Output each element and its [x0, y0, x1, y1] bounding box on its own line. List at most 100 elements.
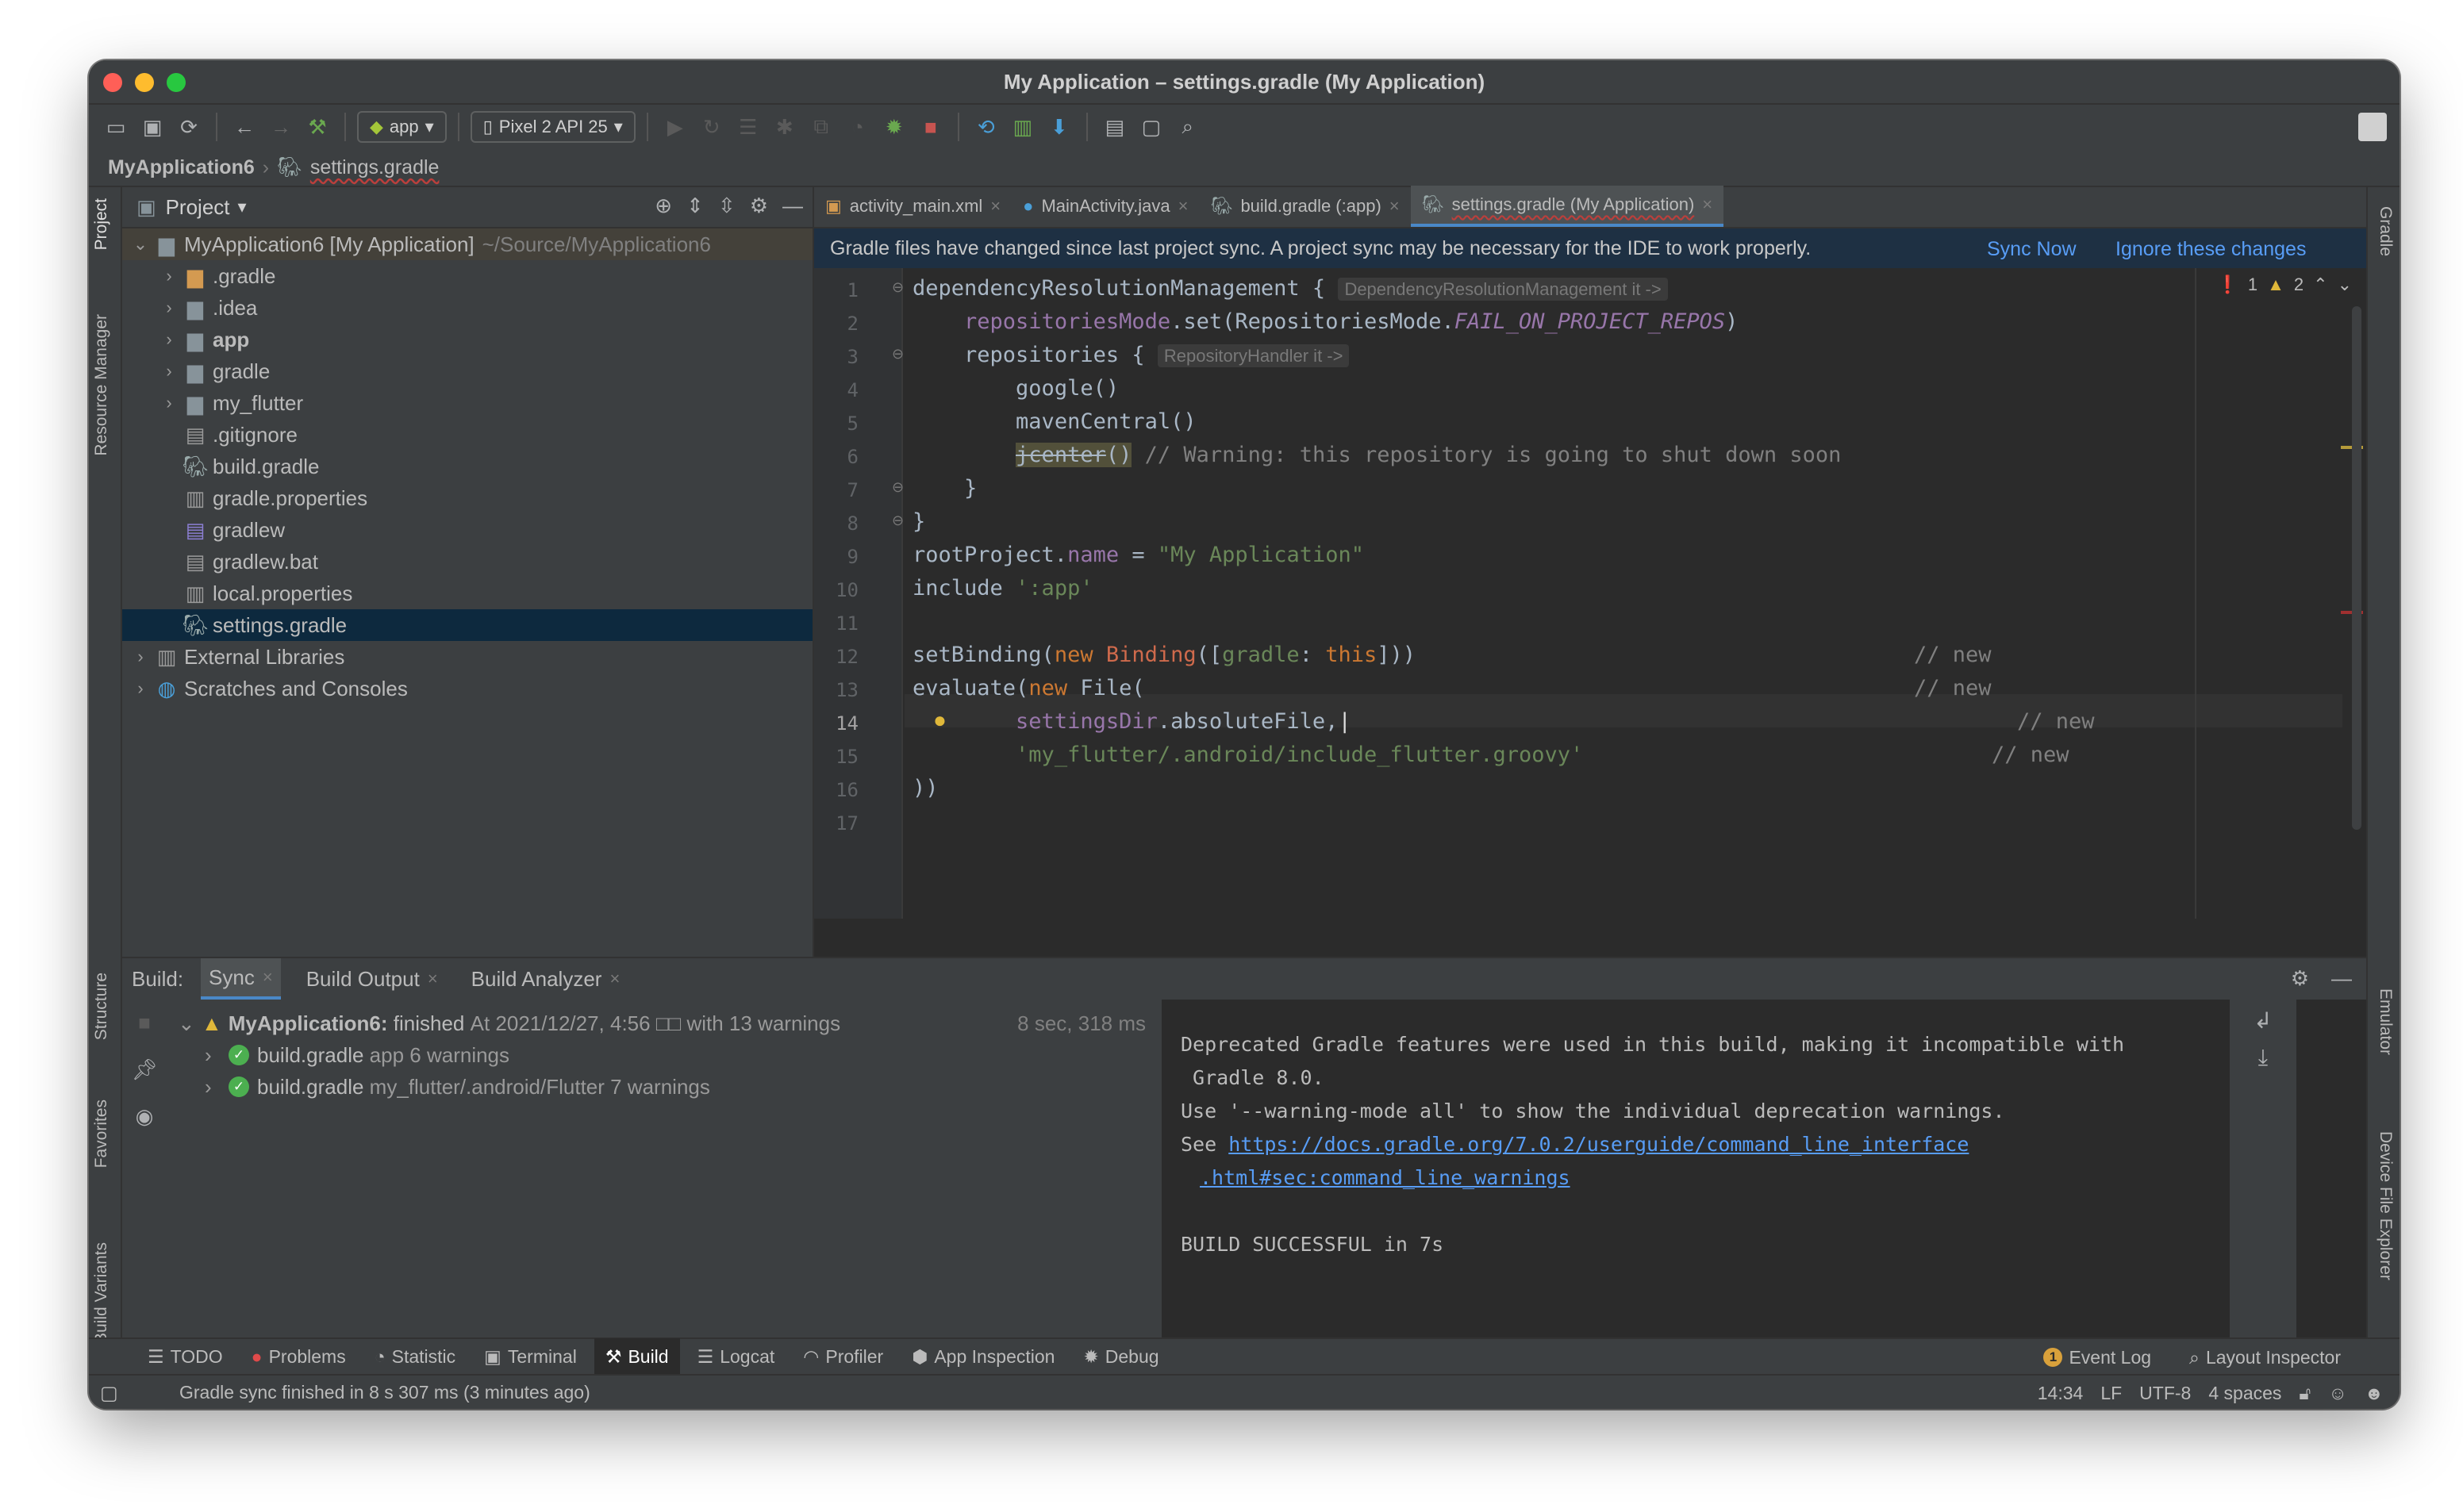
- tree-item-external-libraries[interactable]: › ▥ External Libraries: [122, 641, 813, 673]
- chevron-down-icon[interactable]: ⌄: [2338, 274, 2352, 295]
- fold-icon[interactable]: ⊖: [892, 512, 904, 529]
- save-all-icon[interactable]: ▣: [136, 111, 168, 143]
- expand-all-icon[interactable]: ⇕: [686, 194, 704, 218]
- sync-icon[interactable]: ⟳: [173, 111, 205, 143]
- tool-logcat[interactable]: ☰ Logcat: [686, 1338, 786, 1375]
- tool-tab-project[interactable]: Project: [92, 198, 111, 250]
- chevron-right-icon[interactable]: ›: [205, 1075, 229, 1099]
- close-icon[interactable]: ×: [1702, 194, 1712, 215]
- project-structure-icon[interactable]: ▤: [1099, 111, 1131, 143]
- face-icon[interactable]: ☻: [2365, 1383, 2384, 1404]
- hide-panel-icon[interactable]: —: [2331, 966, 2352, 991]
- stop-icon[interactable]: ■: [138, 1011, 151, 1035]
- close-icon[interactable]: ×: [428, 969, 438, 989]
- tab-build-gradle-app[interactable]: 🐘︎ build.gradle (:app) ×: [1200, 186, 1411, 227]
- tool-todo[interactable]: ☰ TODO: [136, 1338, 234, 1375]
- close-icon[interactable]: ×: [263, 967, 273, 988]
- chevron-right-icon[interactable]: ›: [157, 361, 181, 382]
- chevron-right-icon[interactable]: ›: [157, 393, 181, 413]
- tool-profiler[interactable]: ◠ Profiler: [792, 1338, 894, 1375]
- tree-item-scratches[interactable]: › ◍ Scratches and Consoles: [122, 673, 813, 704]
- close-window-button[interactable]: [103, 73, 122, 92]
- status-message[interactable]: Gradle sync finished in 8 s 307 ms (3 mi…: [179, 1382, 590, 1403]
- tree-item-gradle-dir[interactable]: › ▆ .gradle: [122, 260, 813, 292]
- soft-wrap-icon[interactable]: ↲: [2254, 1007, 2272, 1034]
- line-separator[interactable]: LF: [2100, 1383, 2122, 1404]
- tab-settings-gradle[interactable]: 🐘︎ settings.gradle (My Application) ×: [1410, 186, 1724, 227]
- debug-icon[interactable]: ✱: [769, 111, 801, 143]
- account-icon[interactable]: [2358, 113, 2387, 141]
- forward-icon[interactable]: →: [265, 111, 297, 143]
- hammer-icon[interactable]: ⚒: [302, 111, 333, 143]
- close-icon[interactable]: ×: [990, 196, 1001, 217]
- run-config-select[interactable]: ◆ app ▾: [357, 111, 447, 143]
- chevron-down-icon[interactable]: ▾: [238, 197, 247, 217]
- tool-statistic[interactable]: ◔ Statistic: [363, 1338, 467, 1375]
- close-icon[interactable]: ×: [609, 969, 620, 989]
- scroll-to-end-icon[interactable]: ⤓: [2258, 1045, 2268, 1071]
- chevron-right-icon[interactable]: ›: [205, 1043, 229, 1068]
- close-icon[interactable]: ×: [1178, 196, 1189, 217]
- chevron-right-icon[interactable]: ›: [157, 329, 181, 350]
- tree-item-idea[interactable]: › ▆ .idea: [122, 292, 813, 324]
- tab-sync[interactable]: Sync ×: [201, 958, 281, 1000]
- toggle-tool-windows-icon[interactable]: ▢: [100, 1382, 118, 1405]
- open-folder-icon[interactable]: ▭: [100, 111, 132, 143]
- minimize-window-button[interactable]: [135, 73, 154, 92]
- tool-app-inspection[interactable]: ⬢ App Inspection: [901, 1338, 1066, 1375]
- sync-now-link[interactable]: Sync Now: [1987, 238, 2077, 261]
- chevron-right-icon[interactable]: ›: [157, 266, 181, 286]
- file-encoding[interactable]: UTF-8: [2139, 1383, 2191, 1404]
- tree-item-gradle-properties[interactable]: ▥ gradle.properties: [122, 482, 813, 514]
- fold-icon[interactable]: ⊖: [892, 479, 904, 496]
- tool-event-log[interactable]: 1 Event Log: [2032, 1339, 2162, 1376]
- chevron-right-icon[interactable]: ›: [129, 678, 152, 699]
- tab-main-activity[interactable]: ● MainActivity.java ×: [1012, 186, 1199, 227]
- tree-item-gradle[interactable]: › ▆ gradle: [122, 355, 813, 387]
- tree-root[interactable]: ⌄ ▆ MyApplication6 [My Application] ~/So…: [122, 228, 813, 260]
- tool-terminal[interactable]: ▣ Terminal: [473, 1338, 588, 1375]
- back-icon[interactable]: ←: [229, 111, 260, 143]
- tool-tab-structure[interactable]: Structure: [92, 973, 111, 1040]
- zoom-window-button[interactable]: [167, 73, 186, 92]
- tool-tab-favorites[interactable]: Favorites: [92, 1099, 111, 1168]
- tab-build-analyzer[interactable]: Build Analyzer ×: [463, 958, 628, 1000]
- docs-link[interactable]: https://docs.gradle.org/7.0.2/userguide/…: [1228, 1133, 1969, 1156]
- hide-panel-icon[interactable]: —: [782, 194, 803, 218]
- debug-bug-icon[interactable]: ✹: [878, 111, 910, 143]
- fold-icon[interactable]: ⊖: [892, 346, 904, 363]
- pin-icon[interactable]: 📌︎: [131, 1057, 157, 1082]
- run-icon[interactable]: ▶: [659, 111, 691, 143]
- tool-tab-device-file-explorer[interactable]: Device File Explorer: [2376, 1131, 2395, 1280]
- lock-icon[interactable]: 🔓︎: [2299, 1383, 2311, 1404]
- chevron-down-icon[interactable]: ⌄: [178, 1011, 202, 1036]
- ignore-changes-link[interactable]: Ignore these changes: [2115, 238, 2306, 261]
- tool-tab-build-variants[interactable]: Build Variants: [92, 1242, 111, 1344]
- code-editor[interactable]: ❗ 1 ▲ 2 ⌃ ⌄ 1 2 3 4 5 6 7 8 9 10 11 12 1…: [814, 268, 2366, 942]
- build-tree-root[interactable]: ⌄ ▲ MyApplication6: finished At 2021/12/…: [178, 1007, 1154, 1039]
- layout-icon[interactable]: ▢: [1135, 111, 1167, 143]
- tool-debug[interactable]: ✹ Debug: [1072, 1338, 1170, 1375]
- gear-icon[interactable]: ⚙: [750, 194, 768, 218]
- profile-icon[interactable]: ◔: [842, 111, 874, 143]
- gradle-sync-icon[interactable]: ⟲: [970, 111, 1002, 143]
- inspection-widget[interactable]: ❗ 1 ▲ 2 ⌃ ⌄: [2216, 274, 2352, 295]
- sdk-manager-icon[interactable]: ⬇: [1043, 111, 1075, 143]
- chevron-right-icon[interactable]: ›: [157, 297, 181, 318]
- rerun-icon[interactable]: ↻: [696, 111, 728, 143]
- search-icon[interactable]: ⌕: [1172, 111, 1204, 143]
- tab-activity-main[interactable]: ▣ activity_main.xml ×: [814, 186, 1012, 227]
- build-tree-child[interactable]: › ✓ build.gradle my_flutter/.android/Flu…: [205, 1071, 710, 1103]
- tree-item-build-gradle[interactable]: 🐘︎ build.gradle: [122, 451, 813, 482]
- tool-tab-emulator[interactable]: Emulator: [2376, 988, 2395, 1055]
- tool-problems[interactable]: ● Problems: [240, 1338, 357, 1375]
- device-select[interactable]: ▯ Pixel 2 API 25 ▾: [470, 111, 636, 143]
- tool-build[interactable]: ⚒ Build: [594, 1338, 680, 1375]
- tool-layout-inspector[interactable]: ⌕ Layout Inspector: [2178, 1339, 2352, 1376]
- docs-link[interactable]: .html#sec:command_line_warnings: [1200, 1166, 1570, 1189]
- breadcrumb-file[interactable]: settings.gradle: [310, 156, 440, 179]
- chevron-right-icon[interactable]: ›: [129, 647, 152, 667]
- attach-debugger-icon[interactable]: ⧉: [805, 111, 837, 143]
- tree-item-local-properties[interactable]: ▥ local.properties: [122, 578, 813, 609]
- smiley-icon[interactable]: ☺: [2328, 1383, 2346, 1404]
